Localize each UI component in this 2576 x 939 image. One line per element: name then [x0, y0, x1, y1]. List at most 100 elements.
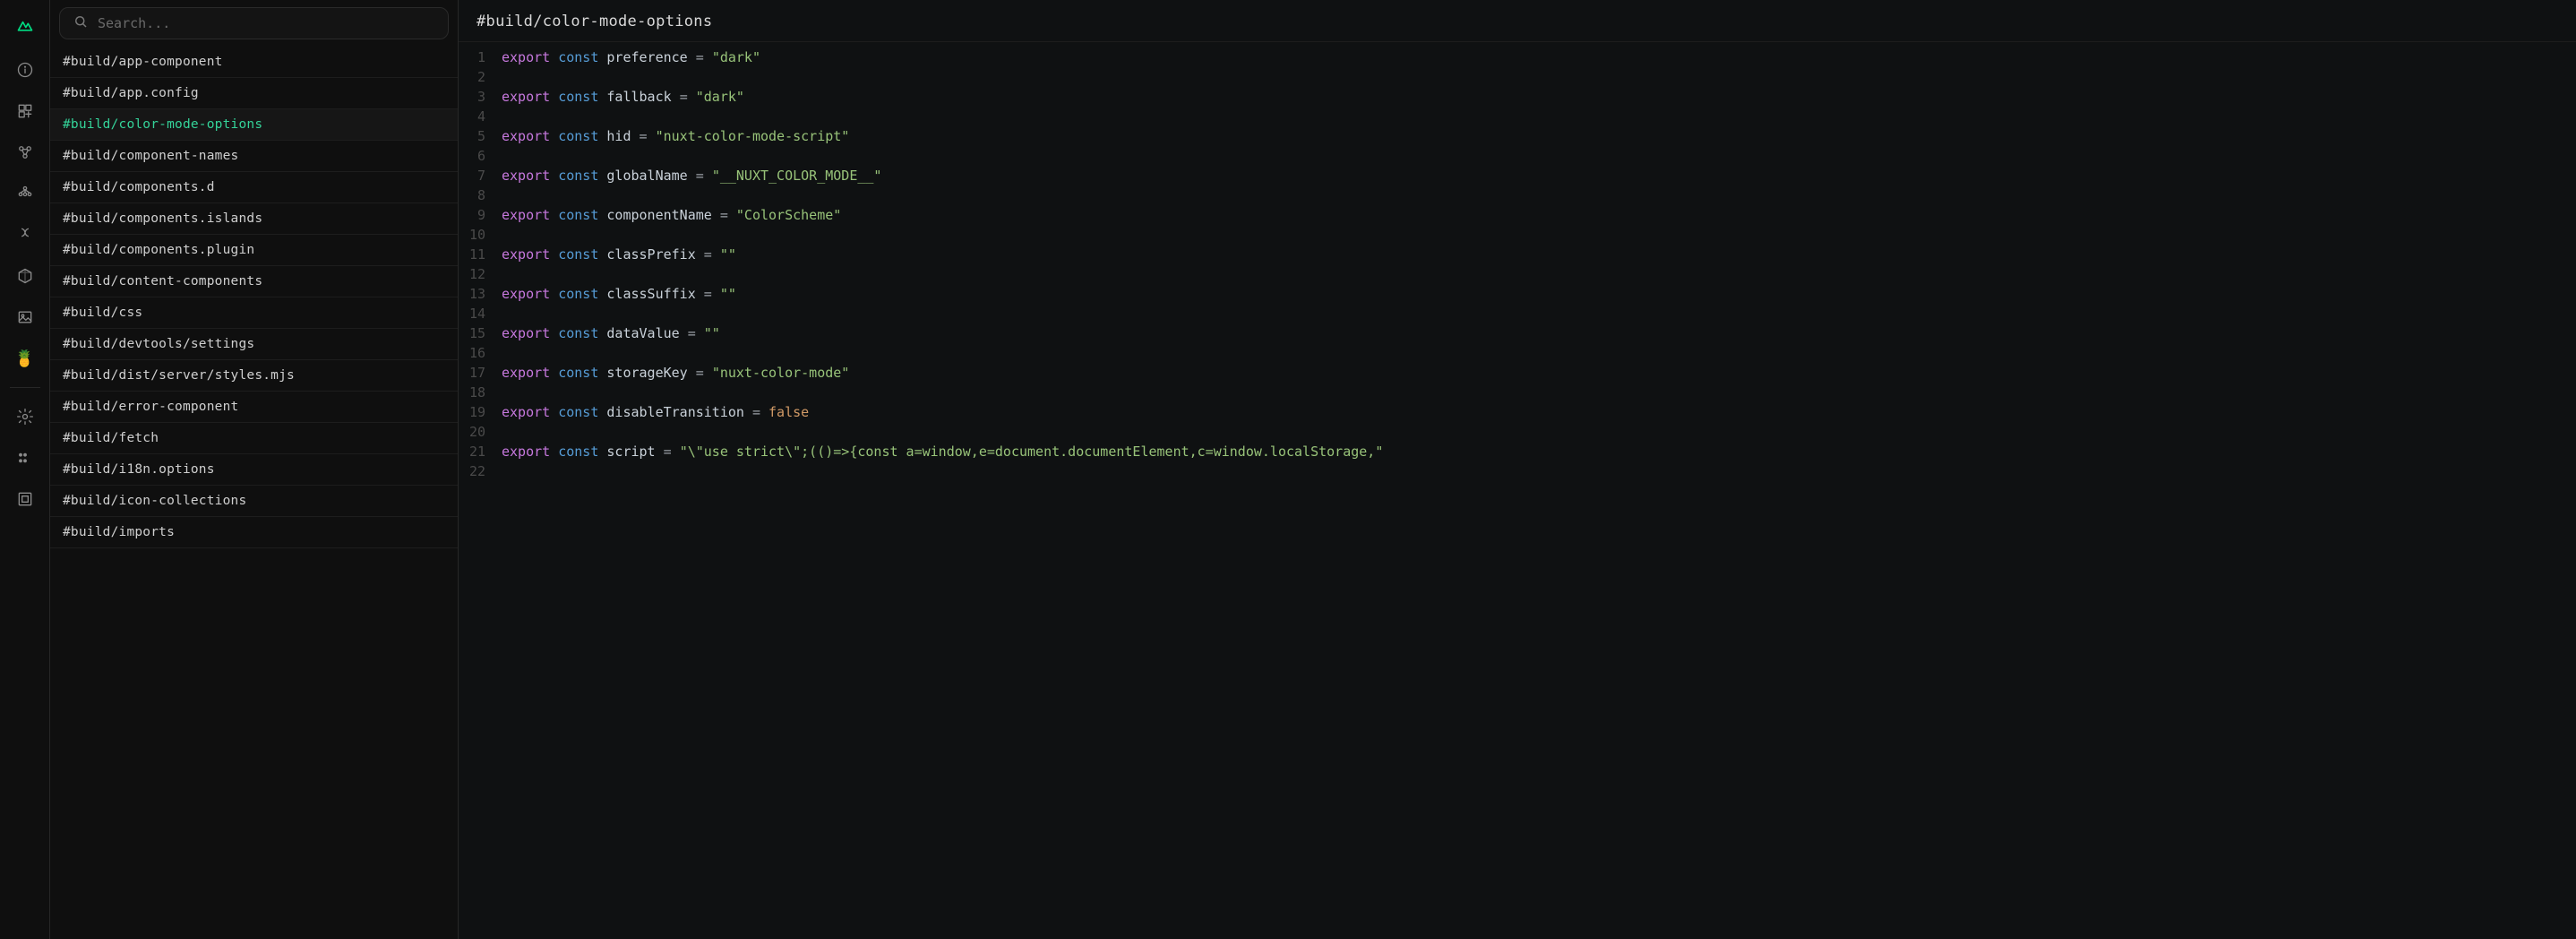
code-content: export const disableTransition = false	[502, 402, 2576, 422]
file-sidebar: #build/app-component#build/app.config#bu…	[50, 0, 459, 939]
code-content	[502, 225, 2576, 245]
code-content: export const fallback = "dark"	[502, 87, 2576, 107]
file-item[interactable]: #build/components.d	[50, 172, 458, 203]
file-item[interactable]: #build/color-mode-options	[50, 109, 458, 141]
file-item[interactable]: #build/app.config	[50, 78, 458, 109]
code-content	[502, 146, 2576, 166]
search-icon	[73, 13, 89, 33]
code-line: 4	[459, 107, 2576, 126]
line-number: 11	[459, 245, 502, 264]
line-number: 13	[459, 284, 502, 304]
code-line: 12	[459, 264, 2576, 284]
file-item[interactable]: #build/imports	[50, 517, 458, 548]
file-item[interactable]: #build/error-component	[50, 392, 458, 423]
code-content	[502, 67, 2576, 87]
code-line: 14	[459, 304, 2576, 323]
line-number: 14	[459, 304, 502, 323]
file-item[interactable]: #build/icon-collections	[50, 486, 458, 517]
line-number: 3	[459, 87, 502, 107]
file-item[interactable]: #build/app-component	[50, 47, 458, 78]
icon-rail: 🍍	[0, 0, 50, 939]
file-item[interactable]: #build/component-names	[50, 141, 458, 172]
line-number: 7	[459, 166, 502, 185]
code-line: 7export const globalName = "__NUXT_COLOR…	[459, 166, 2576, 185]
code-line: 1export const preference = "dark"	[459, 47, 2576, 67]
code-content: export const classSuffix = ""	[502, 284, 2576, 304]
code-line: 17export const storageKey = "nuxt-color-…	[459, 363, 2576, 383]
code-content	[502, 461, 2576, 481]
code-content: export const classPrefix = ""	[502, 245, 2576, 264]
hooks-icon[interactable]	[7, 217, 43, 253]
file-item[interactable]: #build/dist/server/styles.mjs	[50, 360, 458, 392]
code-line: 6	[459, 146, 2576, 166]
rail-separator	[10, 387, 40, 388]
search-input[interactable]	[98, 15, 435, 31]
code-content: export const dataValue = ""	[502, 323, 2576, 343]
breadcrumb: #build/color-mode-options	[459, 0, 2576, 42]
file-item[interactable]: #build/fetch	[50, 423, 458, 454]
line-number: 18	[459, 383, 502, 402]
components-icon[interactable]	[7, 134, 43, 170]
info-icon[interactable]	[7, 52, 43, 88]
line-number: 19	[459, 402, 502, 422]
code-content	[502, 422, 2576, 442]
search-wrap	[50, 0, 458, 47]
file-item[interactable]: #build/content-components	[50, 266, 458, 297]
code-content	[502, 343, 2576, 363]
code-content	[502, 185, 2576, 205]
editor-scroll[interactable]: 1export const preference = "dark"23expor…	[459, 42, 2576, 939]
code-content: export const globalName = "__NUXT_COLOR_…	[502, 166, 2576, 185]
code-content: export const hid = "nuxt-color-mode-scri…	[502, 126, 2576, 146]
code-line: 16	[459, 343, 2576, 363]
files-icon[interactable]	[7, 258, 43, 294]
line-number: 8	[459, 185, 502, 205]
code-line: 20	[459, 422, 2576, 442]
code-line: 21export const script = "\"use strict\";…	[459, 442, 2576, 461]
code-content	[502, 264, 2576, 284]
code-line: 13export const classSuffix = ""	[459, 284, 2576, 304]
code-line: 2	[459, 67, 2576, 87]
file-item[interactable]: #build/css	[50, 297, 458, 329]
app-root: 🍍 #build/app-component#build/app.config#…	[0, 0, 2576, 939]
file-item[interactable]: #build/devtools/settings	[50, 329, 458, 360]
line-number: 6	[459, 146, 502, 166]
more-icon[interactable]	[7, 440, 43, 476]
line-number: 16	[459, 343, 502, 363]
code-line: 11export const classPrefix = ""	[459, 245, 2576, 264]
code-line: 22	[459, 461, 2576, 481]
code-line: 15export const dataValue = ""	[459, 323, 2576, 343]
pages-icon[interactable]	[7, 93, 43, 129]
file-item[interactable]: #build/components.islands	[50, 203, 458, 235]
line-number: 17	[459, 363, 502, 383]
line-number: 15	[459, 323, 502, 343]
editor-pane: #build/color-mode-options 1export const …	[459, 0, 2576, 939]
code-line: 5export const hid = "nuxt-color-mode-scr…	[459, 126, 2576, 146]
line-number: 4	[459, 107, 502, 126]
file-item[interactable]: #build/i18n.options	[50, 454, 458, 486]
line-number: 22	[459, 461, 502, 481]
search-box[interactable]	[59, 7, 449, 39]
file-list[interactable]: #build/app-component#build/app.config#bu…	[50, 47, 458, 939]
line-number: 10	[459, 225, 502, 245]
code-content	[502, 383, 2576, 402]
file-item[interactable]: #build/components.plugin	[50, 235, 458, 266]
code-content	[502, 107, 2576, 126]
code-content: export const script = "\"use strict\";((…	[502, 442, 2576, 461]
code-content	[502, 304, 2576, 323]
line-number: 1	[459, 47, 502, 67]
nuxt-logo[interactable]	[13, 13, 38, 38]
settings-icon[interactable]	[7, 399, 43, 435]
line-number: 2	[459, 67, 502, 87]
code-line: 3export const fallback = "dark"	[459, 87, 2576, 107]
assets-icon[interactable]	[7, 299, 43, 335]
modules-icon[interactable]	[7, 176, 43, 211]
line-number: 20	[459, 422, 502, 442]
inspect-icon[interactable]	[7, 481, 43, 517]
code-line: 19export const disableTransition = false	[459, 402, 2576, 422]
pinia-icon[interactable]: 🍍	[7, 340, 43, 376]
code-line: 10	[459, 225, 2576, 245]
code-line: 8	[459, 185, 2576, 205]
code-editor: 1export const preference = "dark"23expor…	[459, 42, 2576, 499]
code-content: export const storageKey = "nuxt-color-mo…	[502, 363, 2576, 383]
code-content: export const preference = "dark"	[502, 47, 2576, 67]
